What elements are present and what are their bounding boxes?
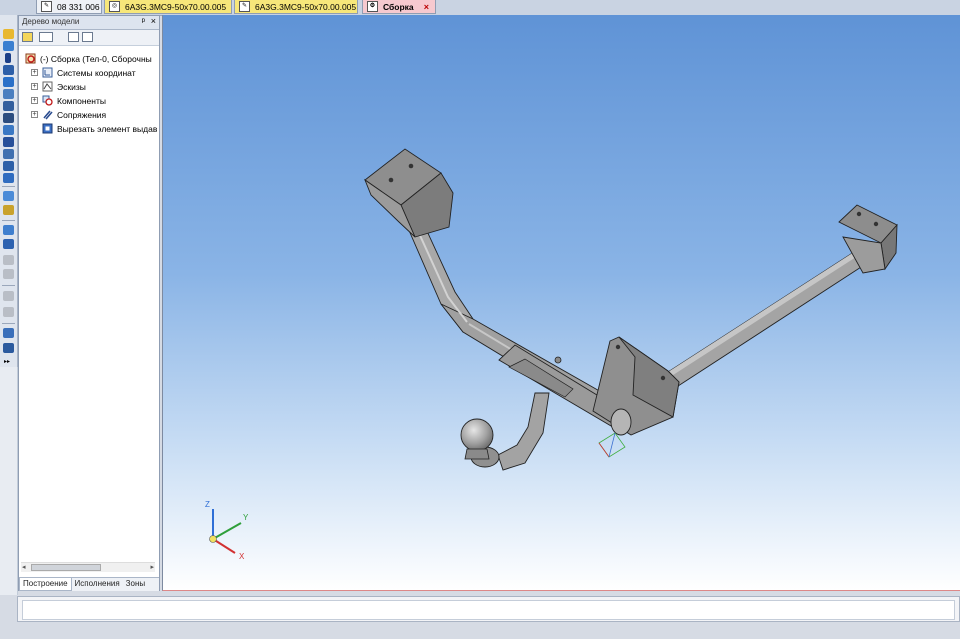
property-bar-field[interactable] <box>22 600 955 620</box>
model-tree: (-) Сборка (Тел-0, Сборочны + Системы ко… <box>19 46 159 566</box>
panel-header: Дерево модели ᵖ × <box>19 16 159 30</box>
tree-view-mode-icon[interactable] <box>39 32 53 42</box>
status-bar <box>0 622 960 639</box>
tree-item-label: Сопряжения <box>57 109 107 120</box>
close-icon[interactable]: × <box>418 2 429 12</box>
document-tab-bar: ✎ 08 331 006 ◎ 6A3G.3MC9-50x70.00.005 ✎ … <box>0 0 960 16</box>
edge-icon[interactable] <box>3 101 14 111</box>
3d-viewport[interactable]: Z Y X <box>162 15 960 591</box>
tab-label: 6A3G.3MC9-50x70.00.005 <box>125 1 227 12</box>
properties-icon[interactable] <box>3 161 14 171</box>
expand-icon[interactable]: + <box>31 83 38 90</box>
assembly-doc-icon: ✎ <box>239 1 250 12</box>
assembly-root-icon <box>25 53 36 64</box>
coordinate-systems-icon <box>42 67 53 78</box>
tree-item-label: Системы координат <box>57 67 136 78</box>
axis-triad: Z Y X <box>205 500 249 561</box>
surface-icon[interactable] <box>3 77 14 87</box>
tree-item-coordinate-systems[interactable]: + Системы координат <box>31 66 136 79</box>
move-component-icon[interactable] <box>3 225 14 235</box>
vertical-toolbar: ▸▸ <box>0 15 18 367</box>
tree-item-label: Вырезать элемент выдав <box>57 123 158 134</box>
solid-icon[interactable] <box>3 41 14 51</box>
expand-icon[interactable]: + <box>31 69 38 76</box>
create-component-icon[interactable] <box>3 205 14 215</box>
document-icon[interactable] <box>68 32 79 42</box>
origin-marker <box>598 432 626 458</box>
disabled-tool-icon[interactable] <box>3 269 14 279</box>
tab-sborka[interactable]: ⚙ Сборка × <box>362 0 436 14</box>
tree-root[interactable]: (-) Сборка (Тел-0, Сборочны <box>25 52 152 65</box>
tab-label: 08 331 006 <box>57 1 100 12</box>
tab-part-005[interactable]: ◎ 6A3G.3MC9-50x70.00.005 <box>104 0 232 14</box>
measure-icon[interactable] <box>3 137 14 147</box>
assembly-doc-icon: ⚙ <box>367 1 378 12</box>
tab-ispolneniya[interactable]: Исполнения <box>72 578 123 591</box>
tab-assembly-005[interactable]: ✎ 6A3G.3MC9-50x70.00.005 <box>234 0 358 14</box>
model-tree-panel: Дерево модели ᵖ × (-) Сборка (Тел-0, Сбо… <box>18 15 160 591</box>
tree-item-label: Эскизы <box>57 81 86 92</box>
edit-component-icon[interactable] <box>3 29 14 39</box>
left-strip <box>0 367 18 595</box>
toolbar-separator <box>2 186 15 187</box>
axis-x-label: X <box>239 552 245 561</box>
properties-icon[interactable] <box>82 32 93 42</box>
assembly-doc-icon: ✎ <box>41 1 52 12</box>
tab-postroenie[interactable]: Построение <box>19 578 72 591</box>
right-crossbar <box>667 242 876 389</box>
panel-toolbar <box>19 30 159 46</box>
components-icon <box>42 95 53 106</box>
tree-item-mates[interactable]: + Сопряжения <box>31 108 106 121</box>
scroll-right-icon[interactable]: ▸ <box>150 563 154 571</box>
tree-item-label: Компоненты <box>57 95 106 106</box>
disabled-tool-icon[interactable] <box>3 307 14 317</box>
point-icon[interactable] <box>3 65 14 75</box>
tow-ball <box>460 418 494 460</box>
pin-icon[interactable]: ᵖ <box>142 16 145 26</box>
mates-icon <box>43 110 53 120</box>
axis-z-label: Z <box>205 500 210 509</box>
rotate-icon[interactable] <box>3 173 14 183</box>
tree-item-components[interactable]: + Компоненты <box>31 94 106 107</box>
toolbar-separator <box>2 220 15 221</box>
tab-label: 6A3G.3MC9-50x70.00.005 <box>255 1 357 12</box>
scroll-thumb[interactable] <box>31 564 101 571</box>
tow-bar-model[interactable]: Z Y X <box>163 15 960 590</box>
disabled-tool-icon[interactable] <box>3 255 14 265</box>
expand-icon[interactable]: + <box>31 97 38 104</box>
table-icon[interactable] <box>3 149 14 159</box>
part-doc-icon: ◎ <box>109 1 120 12</box>
rotate-component-icon[interactable] <box>3 239 14 249</box>
angle-icon[interactable] <box>3 113 14 123</box>
sketches-icon <box>42 81 53 92</box>
tree-root-label: (-) Сборка (Тел-0, Сборочны <box>40 53 152 64</box>
disabled-tool-icon[interactable] <box>3 291 14 301</box>
tree-structure-icon[interactable] <box>22 32 33 42</box>
explode-icon[interactable] <box>3 343 14 353</box>
expand-icon[interactable]: + <box>31 111 38 118</box>
axis-icon[interactable] <box>3 89 14 99</box>
scroll-left-icon[interactable]: ◂ <box>22 563 26 571</box>
filter-icon[interactable] <box>3 125 14 135</box>
tree-item-sketches[interactable]: + Эскизы <box>31 80 86 93</box>
toolbar-separator <box>2 323 15 324</box>
left-bracket <box>364 148 454 238</box>
close-icon[interactable]: × <box>151 16 156 26</box>
tab-label: Сборка <box>383 1 414 12</box>
tree-item-cut-extrude[interactable]: Вырезать элемент выдав <box>42 122 157 135</box>
panel-bottom-tabs: Построение Исполнения Зоны <box>19 577 159 591</box>
add-component-icon[interactable] <box>3 191 14 201</box>
panel-title: Дерево модели <box>22 17 80 26</box>
axis-y-label: Y <box>243 513 249 522</box>
curve-icon[interactable] <box>5 53 11 63</box>
tab-zony[interactable]: Зоны <box>123 578 148 591</box>
tab-08-331-006[interactable]: ✎ 08 331 006 <box>36 0 102 14</box>
toolbar-separator <box>2 285 15 286</box>
mate-icon[interactable] <box>3 328 14 338</box>
property-bar <box>17 596 960 622</box>
toolbar-more-icon[interactable]: ▸▸ <box>4 358 10 365</box>
cut-extrude-icon <box>42 123 53 134</box>
horizontal-scrollbar[interactable]: ◂ ▸ <box>21 562 155 572</box>
